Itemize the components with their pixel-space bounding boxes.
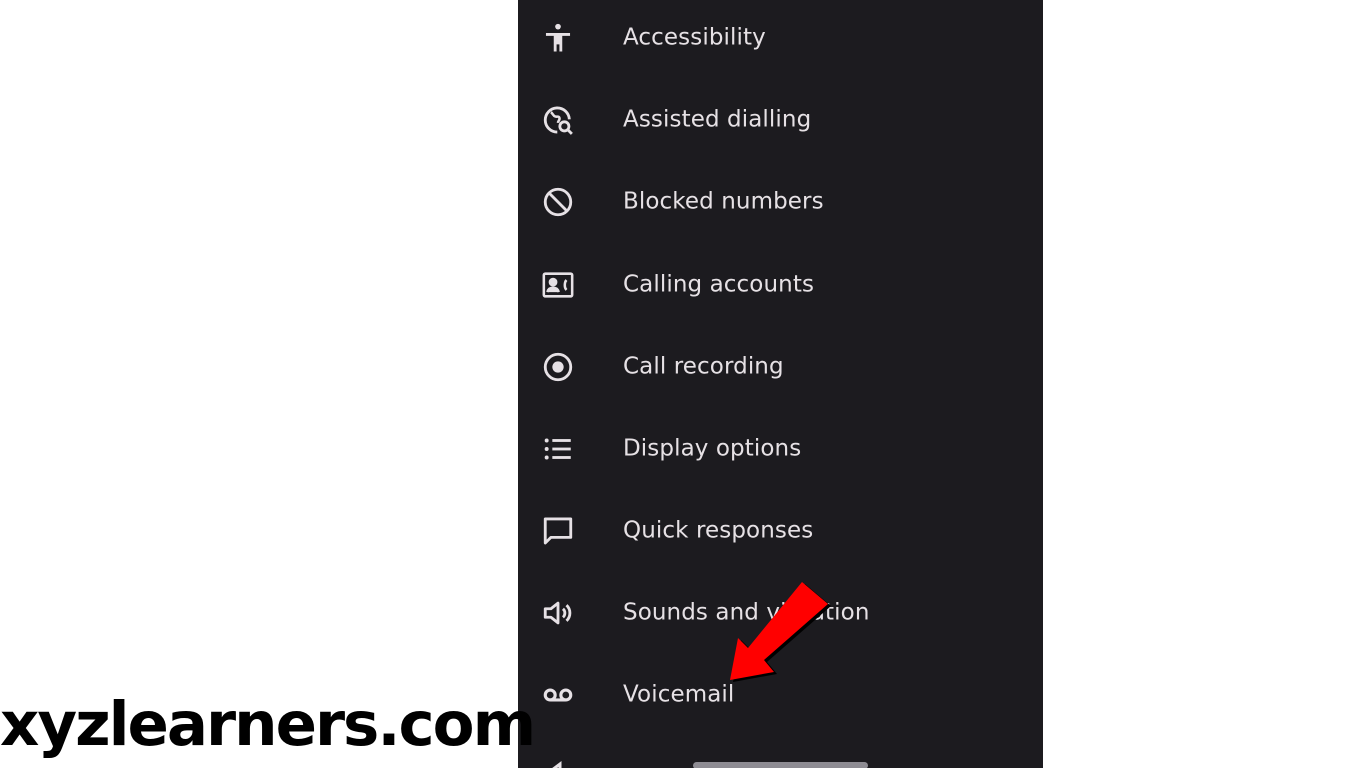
accessibility-icon [540,20,576,56]
settings-item-call-recording[interactable]: Call recording [518,326,1043,408]
website-watermark: xyzlearners.com [0,689,536,760]
settings-item-display-options[interactable]: Display options [518,408,1043,490]
settings-item-label: Display options [623,435,802,462]
settings-item-label: Blocked numbers [623,188,824,215]
settings-item-accessibility[interactable]: Accessibility [518,0,1043,79]
settings-item-label: Call recording [623,353,784,380]
settings-item-label: Quick responses [623,517,814,544]
settings-item-assisted-dialling[interactable]: Assisted dialling [518,79,1043,161]
contact-phone-icon [540,267,576,303]
settings-item-label: Accessibility [623,24,766,51]
list-icon [540,431,576,467]
settings-item-label: Assisted dialling [623,106,812,133]
settings-item-quick-responses[interactable]: Quick responses [518,490,1043,572]
red-arrow-annotation [730,582,831,682]
volume-icon [540,595,576,631]
voicemail-icon [540,677,576,713]
settings-item-blocked-numbers[interactable]: Blocked numbers [518,161,1043,243]
settings-item-calling-accounts[interactable]: Calling accounts [518,244,1043,326]
assisted-dialling-icon [540,102,576,138]
screenshot-page: Accessibility Assisted dialling Blocked … [0,0,1366,768]
partial-list-icon [540,756,576,768]
settings-item-label: Calling accounts [623,271,815,298]
block-icon [540,184,576,220]
chat-bubble-icon [540,513,576,549]
record-icon [540,349,576,385]
gesture-nav-handle[interactable] [693,762,868,768]
